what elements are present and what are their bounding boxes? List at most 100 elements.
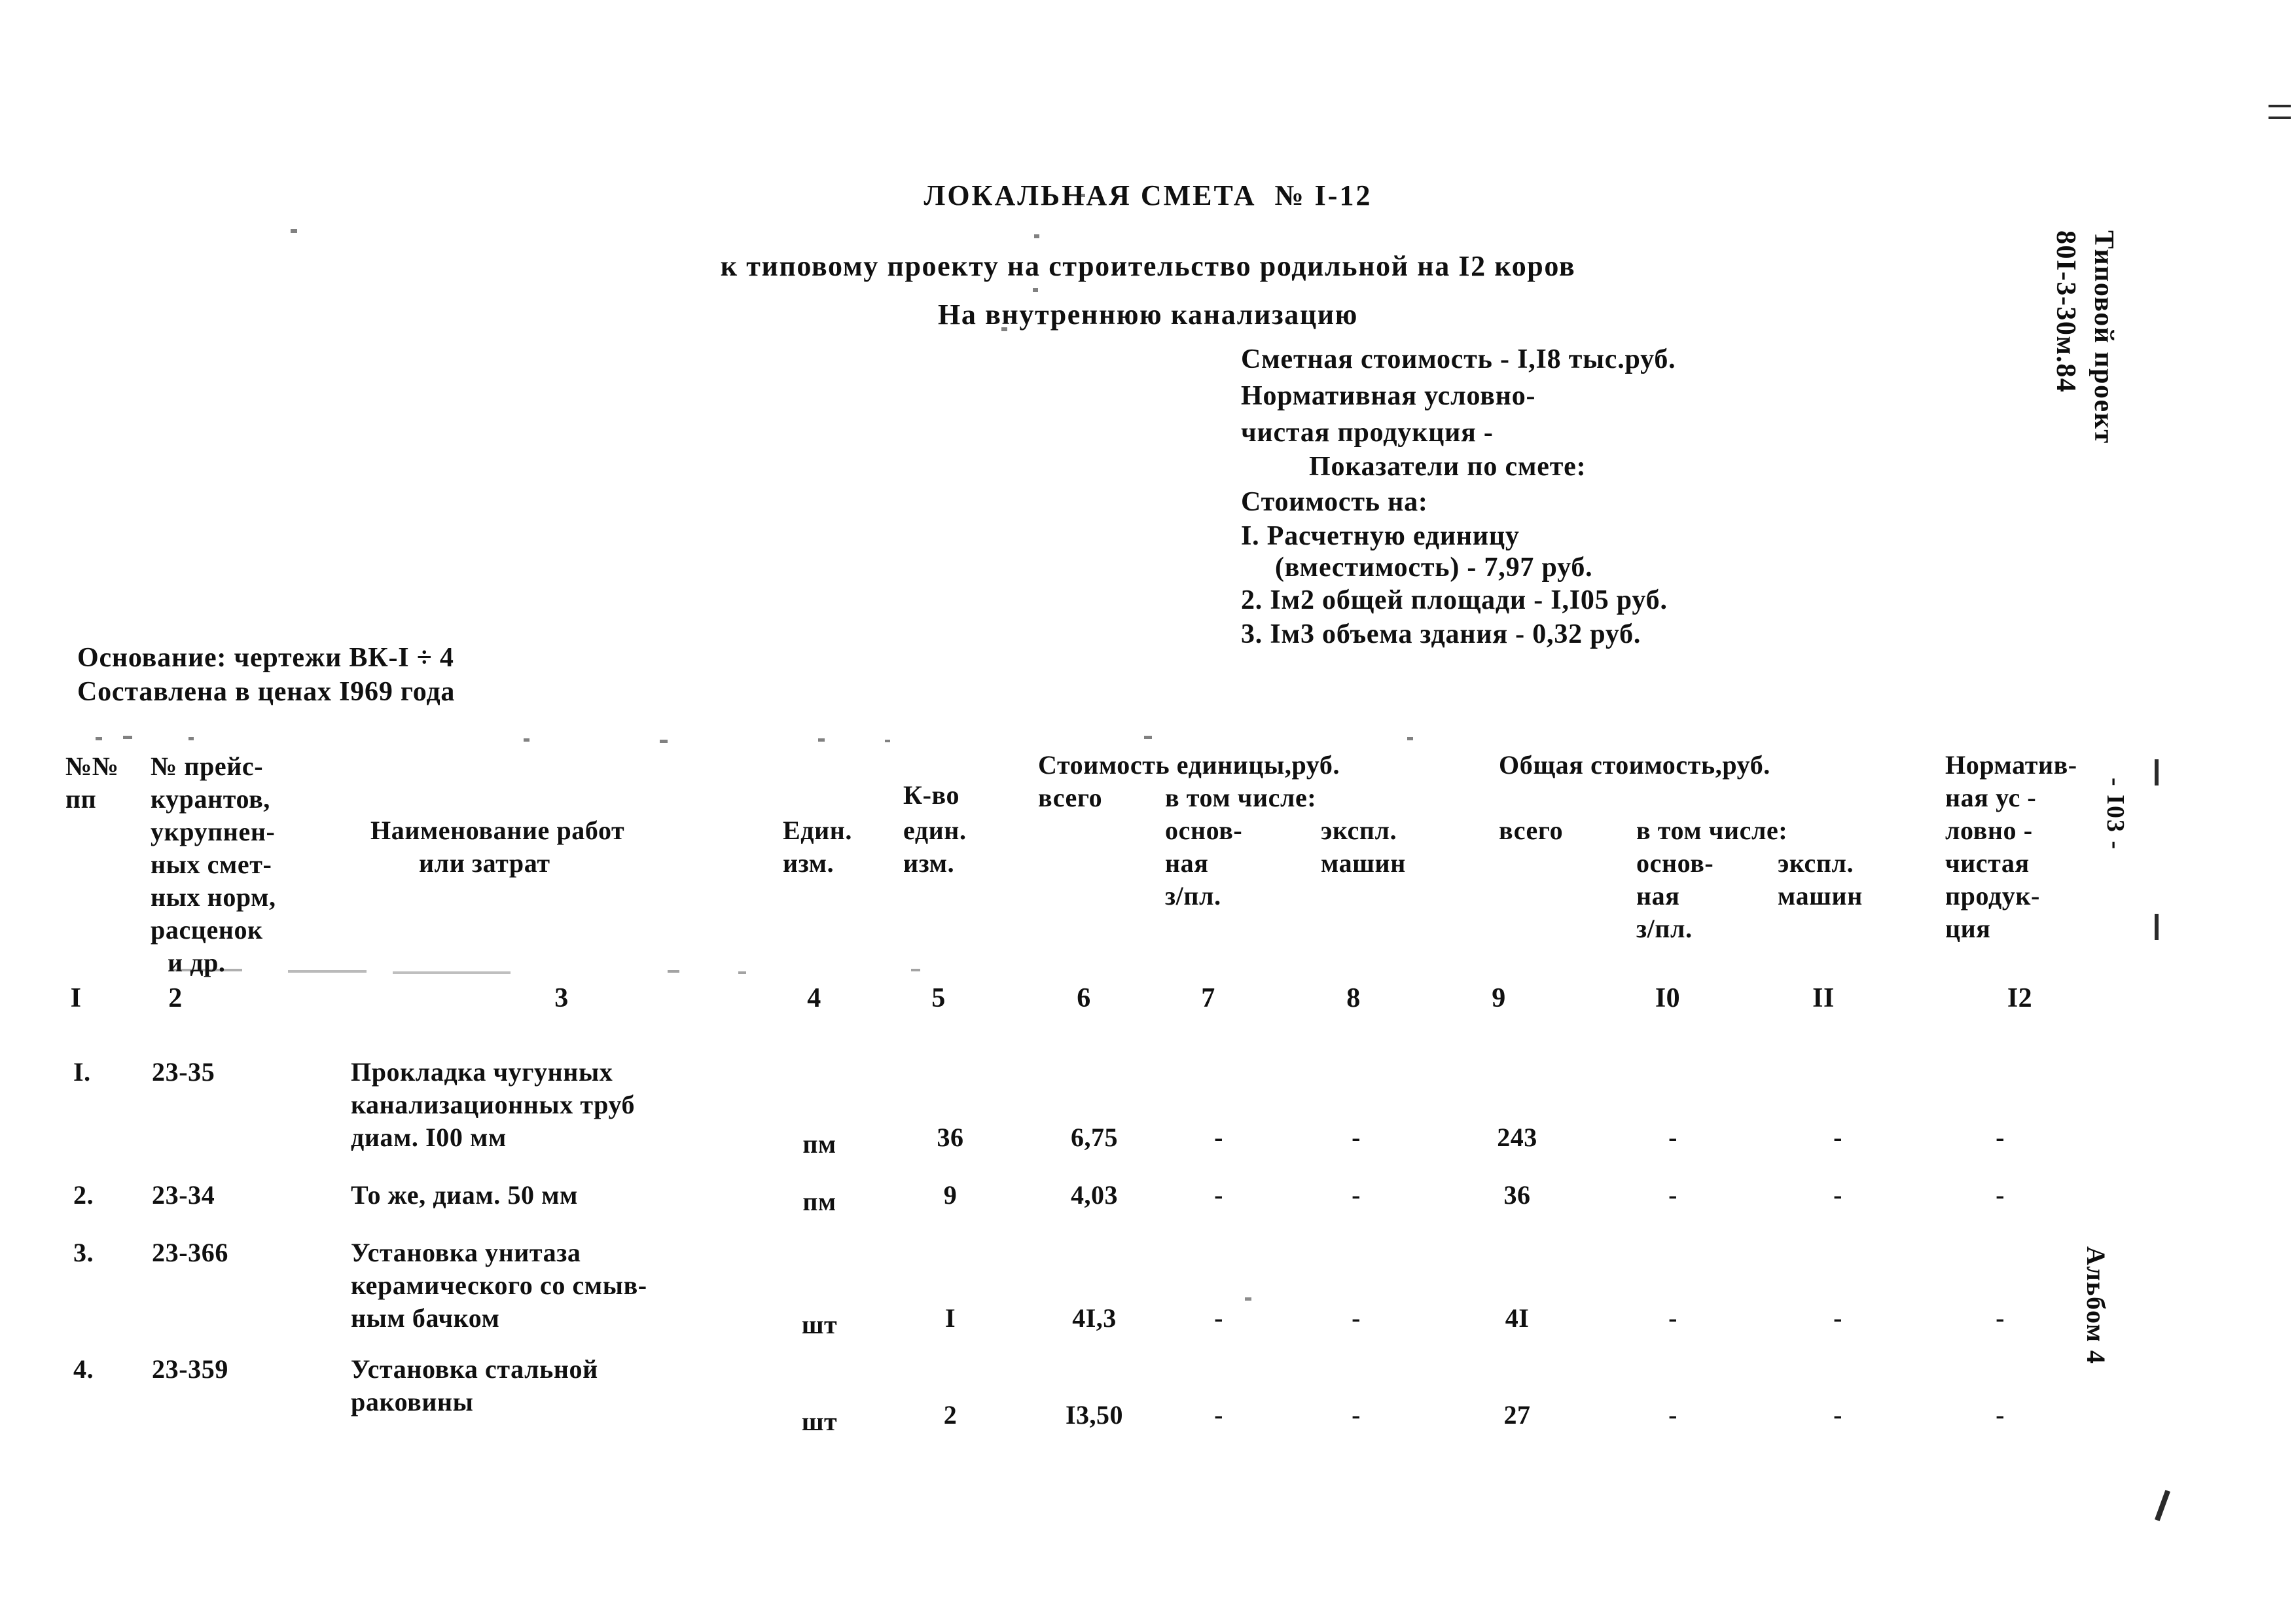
row-2-no: 2. [73, 1180, 94, 1210]
scan-speck [1034, 234, 1039, 238]
header-col4-line1: Един. [783, 816, 853, 845]
header-col3-line2: или затрат [419, 848, 550, 878]
row-2-npp: - [1996, 1180, 2005, 1210]
header-col12-line2: ная ус - [1945, 783, 2037, 812]
column-number-8: 8 [1346, 983, 1361, 1013]
summary-estimate-cost: Сметная стоимость - I,I8 тыс.руб. [1241, 344, 1676, 374]
header-total-total: всего [1499, 816, 1564, 845]
header-unit-basic-line2: ная [1165, 848, 1209, 878]
scan-edge-tick-lower [2155, 914, 2159, 940]
scanned-document-page: ЛОКАЛЬНАЯ СМЕТА № I-12 к типовому проект… [0, 0, 2296, 1624]
margin-project-code: 80I-3-30м.84 [2051, 230, 2081, 393]
header-col2-line6: расценок [151, 915, 263, 945]
summary-npp-line2: чистая продукция - [1241, 418, 1494, 448]
row-1-total-basic: - [1668, 1123, 1677, 1152]
scan-speck [1080, 194, 1085, 197]
row-3-unit-basic: - [1214, 1303, 1223, 1333]
scan-edge-tick-bottom [2155, 1490, 2170, 1521]
scan-speck [291, 229, 297, 233]
header-col12-line4: чистая [1945, 848, 2030, 878]
row-1-unit-basic: - [1214, 1123, 1223, 1152]
row-4-no: 4. [73, 1354, 94, 1384]
scan-edge-mark-top2 [2269, 117, 2291, 119]
scan-streak [288, 970, 367, 973]
row-4-unit-total: I3,50 [1065, 1400, 1124, 1430]
header-col4-line2: изм. [783, 848, 834, 878]
row-4-unit-mach: - [1352, 1400, 1361, 1430]
header-col12-line6: ция [1945, 914, 1991, 943]
header-unit-basic-line3: з/пл. [1165, 881, 1221, 911]
row-3-name-line2: керамического со смыв- [351, 1271, 647, 1300]
column-number-5: 5 [931, 983, 946, 1013]
header-col1-line2: пп [65, 784, 97, 814]
row-1-name-line1: Прокладка чугунных [351, 1057, 613, 1087]
document-subtitle-project: к типовому проекту на строительство роди… [720, 250, 1576, 282]
header-col2-line3: укрупнен- [151, 817, 276, 846]
scan-streak [668, 970, 679, 973]
summary-item1-line2: (вместимость) - 7,97 руб. [1275, 552, 1593, 583]
header-col12-line5: продук- [1945, 881, 2040, 911]
header-col5-line3: изм. [903, 848, 955, 878]
scan-speck [1245, 1297, 1251, 1301]
column-number-4: 4 [807, 983, 821, 1013]
row-2-total-mach: - [1833, 1180, 1842, 1210]
column-number-7: 7 [1201, 983, 1215, 1013]
row-1-unit: пм [802, 1129, 836, 1159]
row-1-unit-mach: - [1352, 1123, 1361, 1152]
row-1-name-line2: канализационных труб [351, 1090, 636, 1119]
summary-item3: 3. Iм3 объема здания - 0,32 руб. [1241, 619, 1641, 649]
row-2-name-line1: То же, диам. 50 мм [351, 1180, 578, 1210]
header-col2-line5: ных норм, [151, 882, 276, 912]
column-number-9: 9 [1492, 983, 1506, 1013]
header-total-basic-line2: ная [1636, 881, 1680, 911]
column-number-3: 3 [554, 983, 569, 1013]
header-col2-line2: курантов, [151, 784, 270, 814]
row-3-name-line1: Установка унитаза [351, 1238, 581, 1267]
header-col2-line4: ных смет- [151, 850, 272, 879]
scan-streak [393, 971, 511, 974]
row-2-total-total: 36 [1503, 1180, 1531, 1210]
scan-speck [1407, 737, 1413, 740]
header-col12-line1: Норматив- [1945, 750, 2077, 780]
row-3-total-mach: - [1833, 1303, 1842, 1333]
header-col5-line1: К-во [903, 780, 960, 810]
row-2-total-basic: - [1668, 1180, 1677, 1210]
header-col1-line1: №№ [65, 751, 119, 781]
row-1-no: I. [73, 1057, 91, 1087]
row-2-unit-total: 4,03 [1071, 1180, 1118, 1210]
header-total-mach-line2: машин [1778, 881, 1863, 911]
row-4-name-line1: Установка стальной [351, 1354, 598, 1384]
column-number-6: 6 [1077, 983, 1091, 1013]
row-2-unit-basic: - [1214, 1180, 1223, 1210]
scan-streak [738, 971, 746, 974]
row-4-total-basic: - [1668, 1400, 1677, 1430]
row-4-name-line2: раковины [351, 1387, 474, 1416]
row-1-total-mach: - [1833, 1123, 1842, 1152]
row-3-total-total: 4I [1505, 1303, 1530, 1333]
row-1-total-total: 243 [1497, 1123, 1537, 1152]
row-3-no: 3. [73, 1238, 94, 1267]
row-3-unit: шт [801, 1310, 838, 1339]
column-number-12: I2 [2007, 983, 2033, 1013]
row-4-code: 23-359 [152, 1354, 228, 1384]
header-unit-basic-line1: основ- [1165, 816, 1243, 845]
header-total-inclusive: в том числе: [1636, 816, 1788, 845]
header-unit-inclusive: в том числе: [1165, 783, 1317, 812]
column-number-1: I [70, 983, 82, 1013]
summary-item2: 2. Iм2 общей площади - I,I05 руб. [1241, 585, 1668, 615]
row-4-qty: 2 [943, 1400, 958, 1430]
scan-speck [188, 737, 194, 740]
header-total-mach-line1: экспл. [1778, 848, 1854, 878]
header-unit-total: всего [1038, 783, 1103, 812]
row-4-unit: шт [801, 1407, 838, 1436]
scan-speck [524, 738, 529, 742]
header-unit-mach-line1: экспл. [1321, 816, 1397, 845]
row-1-qty: 36 [937, 1123, 964, 1152]
row-1-name-line3: диам. I00 мм [351, 1123, 507, 1152]
scan-edge-mark-top [2269, 105, 2291, 107]
margin-album-label: Альбом 4 [2081, 1246, 2111, 1365]
margin-page-marker: - I03 - [2102, 778, 2129, 851]
row-2-unit-mach: - [1352, 1180, 1361, 1210]
header-col3-line1: Наименование работ [370, 816, 625, 845]
basis-drawings: Основание: чертежи ВК-I ÷ 4 [77, 643, 454, 673]
